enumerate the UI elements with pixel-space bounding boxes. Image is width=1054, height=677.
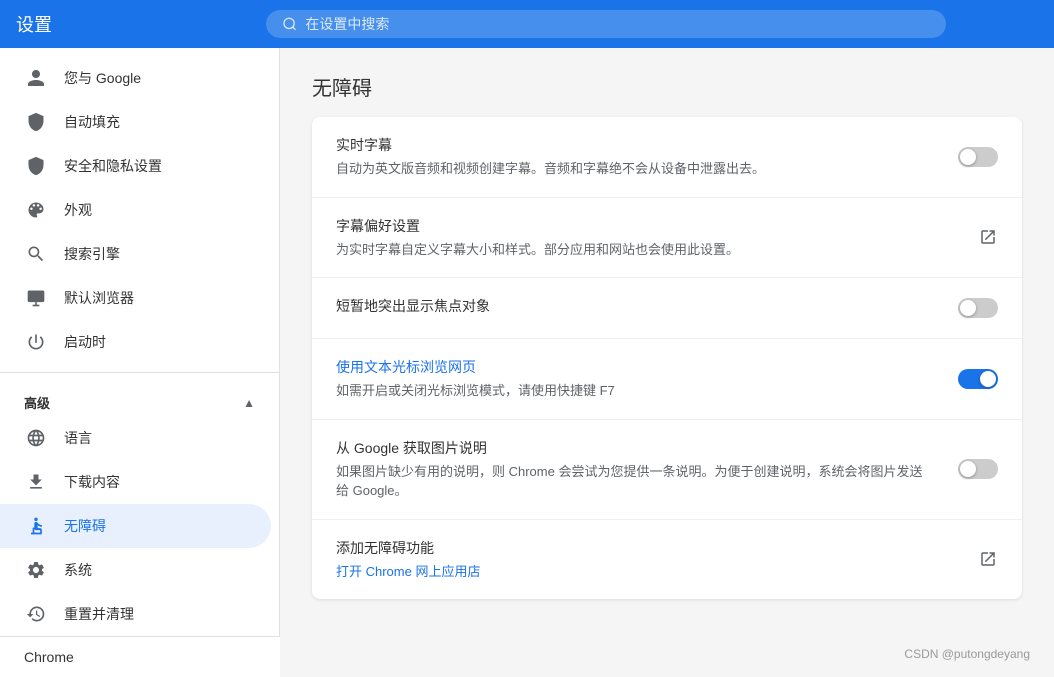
toggle-focus-highlight[interactable] <box>958 298 998 318</box>
setting-info-image-labels: 从 Google 获取图片说明 如果图片缺少有用的说明，则 Chrome 会尝试… <box>336 438 958 501</box>
sidebar-item-download[interactable]: 下载内容 <box>0 460 271 504</box>
setting-row-focus-highlight: 短暂地突出显示焦点对象 <box>312 278 1022 339</box>
toggle-thumb-image-labels <box>960 461 976 477</box>
privacy-icon <box>24 154 48 178</box>
setting-desc-text-cursor: 如需开启或关闭光标浏览模式，请使用快捷键 F7 <box>336 381 934 401</box>
content: 无障碍 实时字幕 自动为英文版音频和视频创建字幕。音频和字幕绝不会从设备中泄露出… <box>280 48 1054 677</box>
setting-title-live-caption: 实时字幕 <box>336 135 934 155</box>
toggle-thumb-text-cursor <box>980 371 996 387</box>
sidebar-label-reset: 重置并清理 <box>64 604 134 624</box>
sidebar-label-language: 语言 <box>64 428 92 448</box>
sidebar-label-startup: 启动时 <box>64 332 106 352</box>
setting-title-image-labels: 从 Google 获取图片说明 <box>336 438 934 458</box>
sidebar-item-autofill[interactable]: 自动填充 <box>0 100 271 144</box>
setting-info-focus-highlight: 短暂地突出显示焦点对象 <box>336 296 958 320</box>
header-title: 设置 <box>16 11 266 37</box>
sidebar: 您与 Google 自动填充 安全和隐私设置 外观 搜索引擎 <box>0 48 280 677</box>
ext-link-add-accessibility[interactable] <box>978 549 998 569</box>
sidebar-label-autofill: 自动填充 <box>64 112 120 132</box>
autofill-icon <box>24 110 48 134</box>
setting-desc-add-accessibility: 打开 Chrome 网上应用店 <box>336 562 954 582</box>
setting-title-focus-highlight: 短暂地突出显示焦点对象 <box>336 296 934 316</box>
chrome-label: Chrome <box>0 636 280 677</box>
sidebar-label-privacy: 安全和隐私设置 <box>64 156 162 176</box>
sidebar-label-browser: 默认浏览器 <box>64 288 134 308</box>
sidebar-section-advanced[interactable]: 高级 ▲ <box>0 381 279 416</box>
main-layout: 您与 Google 自动填充 安全和隐私设置 外观 搜索引擎 <box>0 48 1054 677</box>
toggle-thumb-focus-highlight <box>960 300 976 316</box>
sidebar-label-download: 下载内容 <box>64 472 120 492</box>
sidebar-item-accessibility[interactable]: 无障碍 <box>0 504 271 548</box>
sidebar-item-google[interactable]: 您与 Google <box>0 56 271 100</box>
page-title: 无障碍 <box>312 72 1022 101</box>
search-icon <box>282 16 297 32</box>
sidebar-item-reset[interactable]: 重置并清理 <box>0 592 271 636</box>
language-icon <box>24 426 48 450</box>
sidebar-item-system[interactable]: 系统 <box>0 548 271 592</box>
person-icon <box>24 66 48 90</box>
setting-title-add-accessibility: 添加无障碍功能 <box>336 538 954 558</box>
startup-icon <box>24 330 48 354</box>
sidebar-item-search[interactable]: 搜索引擎 <box>0 232 271 276</box>
setting-info-live-caption: 实时字幕 自动为英文版音频和视频创建字幕。音频和字幕绝不会从设备中泄露出去。 <box>336 135 958 179</box>
toggle-track-text-cursor[interactable] <box>958 369 998 389</box>
setting-row-add-accessibility: 添加无障碍功能 打开 Chrome 网上应用店 <box>312 520 1022 600</box>
setting-desc-image-labels: 如果图片缺少有用的说明，则 Chrome 会尝试为您提供一条说明。为便于创建说明… <box>336 462 934 501</box>
system-icon <box>24 558 48 582</box>
accessibility-icon <box>24 514 48 538</box>
sidebar-item-language[interactable]: 语言 <box>0 416 271 460</box>
watermark: CSDN @putongdeyang <box>904 647 1030 661</box>
sidebar-label-accessibility: 无障碍 <box>64 516 106 536</box>
setting-title-text-cursor: 使用文本光标浏览网页 <box>336 357 934 377</box>
setting-title-caption-prefs: 字幕偏好设置 <box>336 216 954 236</box>
browser-icon <box>24 286 48 310</box>
sidebar-item-privacy[interactable]: 安全和隐私设置 <box>0 144 271 188</box>
toggle-live-caption[interactable] <box>958 147 998 167</box>
settings-card: 实时字幕 自动为英文版音频和视频创建字幕。音频和字幕绝不会从设备中泄露出去。 字… <box>312 117 1022 599</box>
ext-link-caption-prefs[interactable] <box>978 227 998 247</box>
setting-row-text-cursor: 使用文本光标浏览网页 如需开启或关闭光标浏览模式，请使用快捷键 F7 <box>312 339 1022 420</box>
sidebar-item-browser[interactable]: 默认浏览器 <box>0 276 271 320</box>
sidebar-item-startup[interactable]: 启动时 <box>0 320 271 364</box>
download-icon <box>24 470 48 494</box>
setting-info-add-accessibility: 添加无障碍功能 打开 Chrome 网上应用店 <box>336 538 978 582</box>
appearance-icon <box>24 198 48 222</box>
setting-row-live-caption: 实时字幕 自动为英文版音频和视频创建字幕。音频和字幕绝不会从设备中泄露出去。 <box>312 117 1022 198</box>
setting-row-caption-prefs: 字幕偏好设置 为实时字幕自定义字幕大小和样式。部分应用和网站也会使用此设置。 <box>312 198 1022 279</box>
sidebar-item-appearance[interactable]: 外观 <box>0 188 271 232</box>
toggle-image-labels[interactable] <box>958 459 998 479</box>
sidebar-label-search: 搜索引擎 <box>64 244 120 264</box>
sidebar-label-google: 您与 Google <box>64 68 141 88</box>
setting-row-image-labels: 从 Google 获取图片说明 如果图片缺少有用的说明，则 Chrome 会尝试… <box>312 420 1022 520</box>
setting-desc-live-caption: 自动为英文版音频和视频创建字幕。音频和字幕绝不会从设备中泄露出去。 <box>336 159 934 179</box>
toggle-track-image-labels[interactable] <box>958 459 998 479</box>
search-bar[interactable] <box>266 10 946 38</box>
setting-info-caption-prefs: 字幕偏好设置 为实时字幕自定义字幕大小和样式。部分应用和网站也会使用此设置。 <box>336 216 978 260</box>
toggle-track-live-caption[interactable] <box>958 147 998 167</box>
search-sidebar-icon <box>24 242 48 266</box>
toggle-thumb-live-caption <box>960 149 976 165</box>
toggle-track-focus-highlight[interactable] <box>958 298 998 318</box>
setting-desc-caption-prefs: 为实时字幕自定义字幕大小和样式。部分应用和网站也会使用此设置。 <box>336 240 954 260</box>
search-input[interactable] <box>305 16 930 32</box>
sidebar-label-system: 系统 <box>64 560 92 580</box>
chevron-up-icon: ▲ <box>243 396 255 410</box>
reset-icon <box>24 602 48 626</box>
setting-info-text-cursor: 使用文本光标浏览网页 如需开启或关闭光标浏览模式，请使用快捷键 F7 <box>336 357 958 401</box>
header: 设置 <box>0 0 1054 48</box>
sidebar-label-appearance: 外观 <box>64 200 92 220</box>
toggle-text-cursor[interactable] <box>958 369 998 389</box>
sidebar-divider <box>0 372 279 373</box>
